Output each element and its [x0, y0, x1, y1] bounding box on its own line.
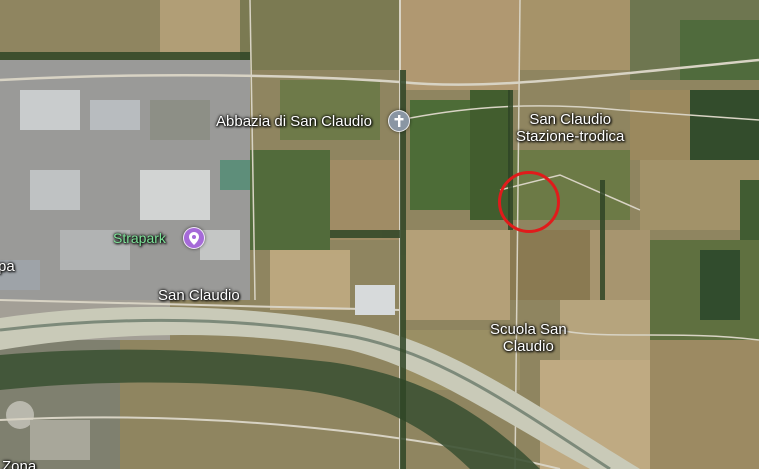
- cross-icon: [393, 114, 405, 128]
- school-label-line1: Scuola San: [490, 321, 567, 338]
- station-label-line1: San Claudio: [529, 111, 612, 128]
- satellite-map[interactable]: Abbazia di San Claudio San Claudio Stazi…: [0, 0, 759, 469]
- town-label[interactable]: San Claudio: [158, 287, 240, 304]
- station-label[interactable]: San Claudio Stazione-trodica: [516, 111, 624, 145]
- school-label[interactable]: Scuola San Claudio: [490, 321, 567, 355]
- map-pin-icon: [189, 231, 199, 245]
- red-circle-marker: [498, 171, 560, 233]
- abbey-pin[interactable]: [388, 110, 410, 132]
- strapark-label[interactable]: Strapark: [113, 230, 166, 247]
- strapark-pin[interactable]: [183, 227, 205, 249]
- greenhouses: [355, 285, 395, 315]
- station-label-line2: Stazione-trodica: [516, 128, 625, 145]
- school-label-line2: Claudio: [502, 338, 554, 355]
- edge-label-bottom[interactable]: Zona: [2, 458, 36, 469]
- abbey-label[interactable]: Abbazia di San Claudio: [216, 113, 372, 130]
- edge-label-left[interactable]: pa: [0, 258, 15, 275]
